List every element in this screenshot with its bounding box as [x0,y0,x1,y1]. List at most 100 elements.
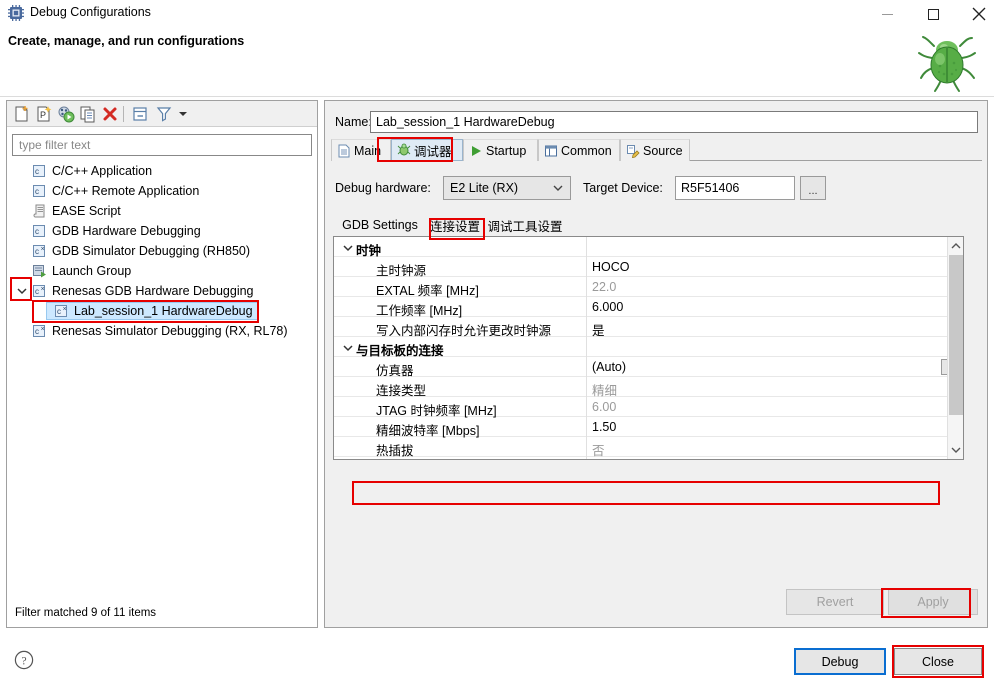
configuration-name-input[interactable]: Lab_session_1 HardwareDebug [370,111,978,133]
settings-vertical-scrollbar[interactable] [947,237,963,459]
debugger-sub-tab-strip[interactable]: GDB Settings 连接设置 调试工具设置 [333,214,979,236]
tab-label: Source [643,143,683,158]
settings-row[interactable]: 连接类型 精细 [334,377,963,398]
toolbar-separator [123,106,124,122]
chevron-down-icon[interactable] [342,342,354,354]
tree-item-label: Launch Group [52,264,132,278]
tab-startup[interactable]: Startup [463,139,538,161]
filter-placeholder: type filter text [19,138,91,152]
close-icon [972,7,986,21]
tab-common[interactable]: Common [538,139,620,161]
tree-item-gdb-simulator-debugging-rh850[interactable]: c × GDB Simulator Debugging (RH850) [10,241,314,261]
svg-text:c: c [57,307,61,316]
apply-button[interactable]: Apply [888,589,978,615]
close-window-button[interactable] [956,0,994,28]
chevron-down-icon[interactable] [16,285,28,297]
filter-status-text: Filter matched 9 of 11 items [15,607,157,619]
target-device-label: Target Device: [583,181,663,195]
settings-group-row[interactable]: 与目标板的连接 [334,337,963,358]
configurations-toolbar: P [7,101,317,127]
scroll-down-button[interactable] [948,442,963,459]
launch-group-icon [33,265,46,278]
tree-item-renesas-gdb-hardware-debugging[interactable]: c × Renesas GDB Hardware Debugging [10,281,314,301]
collapse-all-icon[interactable] [131,105,149,123]
view-menu-icon[interactable] [177,105,189,123]
tree-item-ease-script[interactable]: EASE Script [10,201,314,221]
settings-group-row[interactable]: 时钟 [334,237,963,258]
filter-input[interactable]: type filter text [12,134,312,156]
settings-row[interactable]: 仿真器(Auto)... [334,357,963,378]
filter-icon[interactable] [155,105,173,123]
minimize-icon [881,13,893,15]
header-divider [0,96,994,97]
settings-value[interactable]: 22.0 [592,280,616,294]
cx-app-icon: c × [33,245,45,257]
settings-row[interactable]: 精细波特率 [Mbps] 1.50 [334,417,963,438]
maximize-button[interactable] [910,0,956,28]
tree-item-c-c-application[interactable]: c C/C++ Application [10,161,314,181]
tree-item-lab-session-1-hardwaredebug[interactable]: c × Lab_session_1 HardwareDebug [10,301,314,321]
new-prototype-icon[interactable]: P [35,105,53,123]
configuration-editor-panel: Name: Lab_session_1 HardwareDebug Main 调试… [324,100,988,628]
target-device-browse-button[interactable]: ... [800,176,826,200]
maximize-icon [927,8,939,20]
column-divider [586,357,587,377]
settings-row[interactable]: 热插拔否 [334,437,963,458]
tree-item-launch-group[interactable]: Launch Group [10,261,314,281]
settings-value[interactable]: (Auto) [592,360,626,374]
page-title: Create, manage, and run configurations [8,34,245,48]
tab-debugger[interactable]: 调试器 [391,139,463,161]
column-divider [586,297,587,317]
settings-value[interactable]: 1.50 [592,420,616,434]
debug-button[interactable]: Debug [794,648,886,675]
connection-settings-table[interactable]: 时钟 主时钟源 HOCO EXTAL 频率 [MHz] 22.0 工作频率 [MHz] 6.… [333,236,964,460]
svg-text:c: c [35,247,39,256]
column-divider [586,437,587,457]
tab-label: Main [354,143,382,158]
new-configuration-icon[interactable] [13,105,31,123]
settings-row[interactable]: 写入内部闪存时允许更改时钟源是 [334,317,963,338]
chevron-up-icon [951,243,961,249]
tab-label: Startup [486,143,527,158]
tree-item-gdb-hardware-debugging[interactable]: c GDB Hardware Debugging [10,221,314,241]
close-button[interactable]: Close [894,648,982,675]
scrollbar-thumb[interactable] [949,255,963,415]
column-divider [586,337,587,357]
delete-icon[interactable] [101,105,119,123]
settings-value[interactable]: 6.00 [592,400,616,414]
minimize-button[interactable] [864,0,910,28]
settings-row[interactable]: 主时钟源 HOCO [334,257,963,278]
tree-item-label: C/C++ Remote Application [52,184,200,198]
debug-hardware-select[interactable]: E2 Lite (RX) [443,176,571,200]
tab-source[interactable]: Source [620,139,690,161]
tree-item-label: GDB Simulator Debugging (RH850) [52,244,251,258]
document-icon [338,144,350,157]
chevron-down-icon[interactable] [342,242,354,254]
tab-main[interactable]: Main [331,139,391,161]
tree-item-renesas-simulator-debugging-rx-rl78[interactable]: c × Renesas Simulator Debugging (RX, RL78) [10,321,314,341]
duplicate-icon[interactable] [79,105,97,123]
subtab-1[interactable]: 连接设置 [427,214,483,236]
tree-item-label: Lab_session_1 HardwareDebug [74,304,253,318]
settings-row[interactable]: 工作频率 [MHz] 6.000 [334,297,963,318]
subtab-0[interactable]: GDB Settings [333,214,427,236]
configurations-tree[interactable]: c C/C++ Application c C/C++ Remote Applicat… [10,161,314,591]
subtab-2[interactable]: 调试工具设置 [483,214,567,236]
cx-app-icon: c × [33,325,45,337]
settings-value[interactable]: 6.000 [592,300,623,314]
settings-group-row[interactable]: 功耗 [334,457,963,459]
column-divider [586,417,587,437]
common-window-icon [545,145,557,156]
settings-row[interactable]: EXTAL 频率 [MHz] 22.0 [334,277,963,298]
settings-value[interactable]: HOCO [592,260,630,274]
scroll-up-button[interactable] [948,237,963,254]
new-launch-group-icon[interactable] [57,105,75,123]
column-divider [586,397,587,417]
target-device-input[interactable]: R5F51406 [675,176,795,200]
tree-item-label: Renesas Simulator Debugging (RX, RL78) [52,324,288,338]
tree-item-c-c-remote-application[interactable]: c C/C++ Remote Application [10,181,314,201]
help-question-icon[interactable]: ? [14,650,34,670]
revert-button[interactable]: Revert [786,589,884,615]
settings-row[interactable]: JTAG 时钟频率 [MHz] 6.00 [334,397,963,418]
editor-tab-strip[interactable]: Main 调试器 Startup Common Source [331,139,982,161]
